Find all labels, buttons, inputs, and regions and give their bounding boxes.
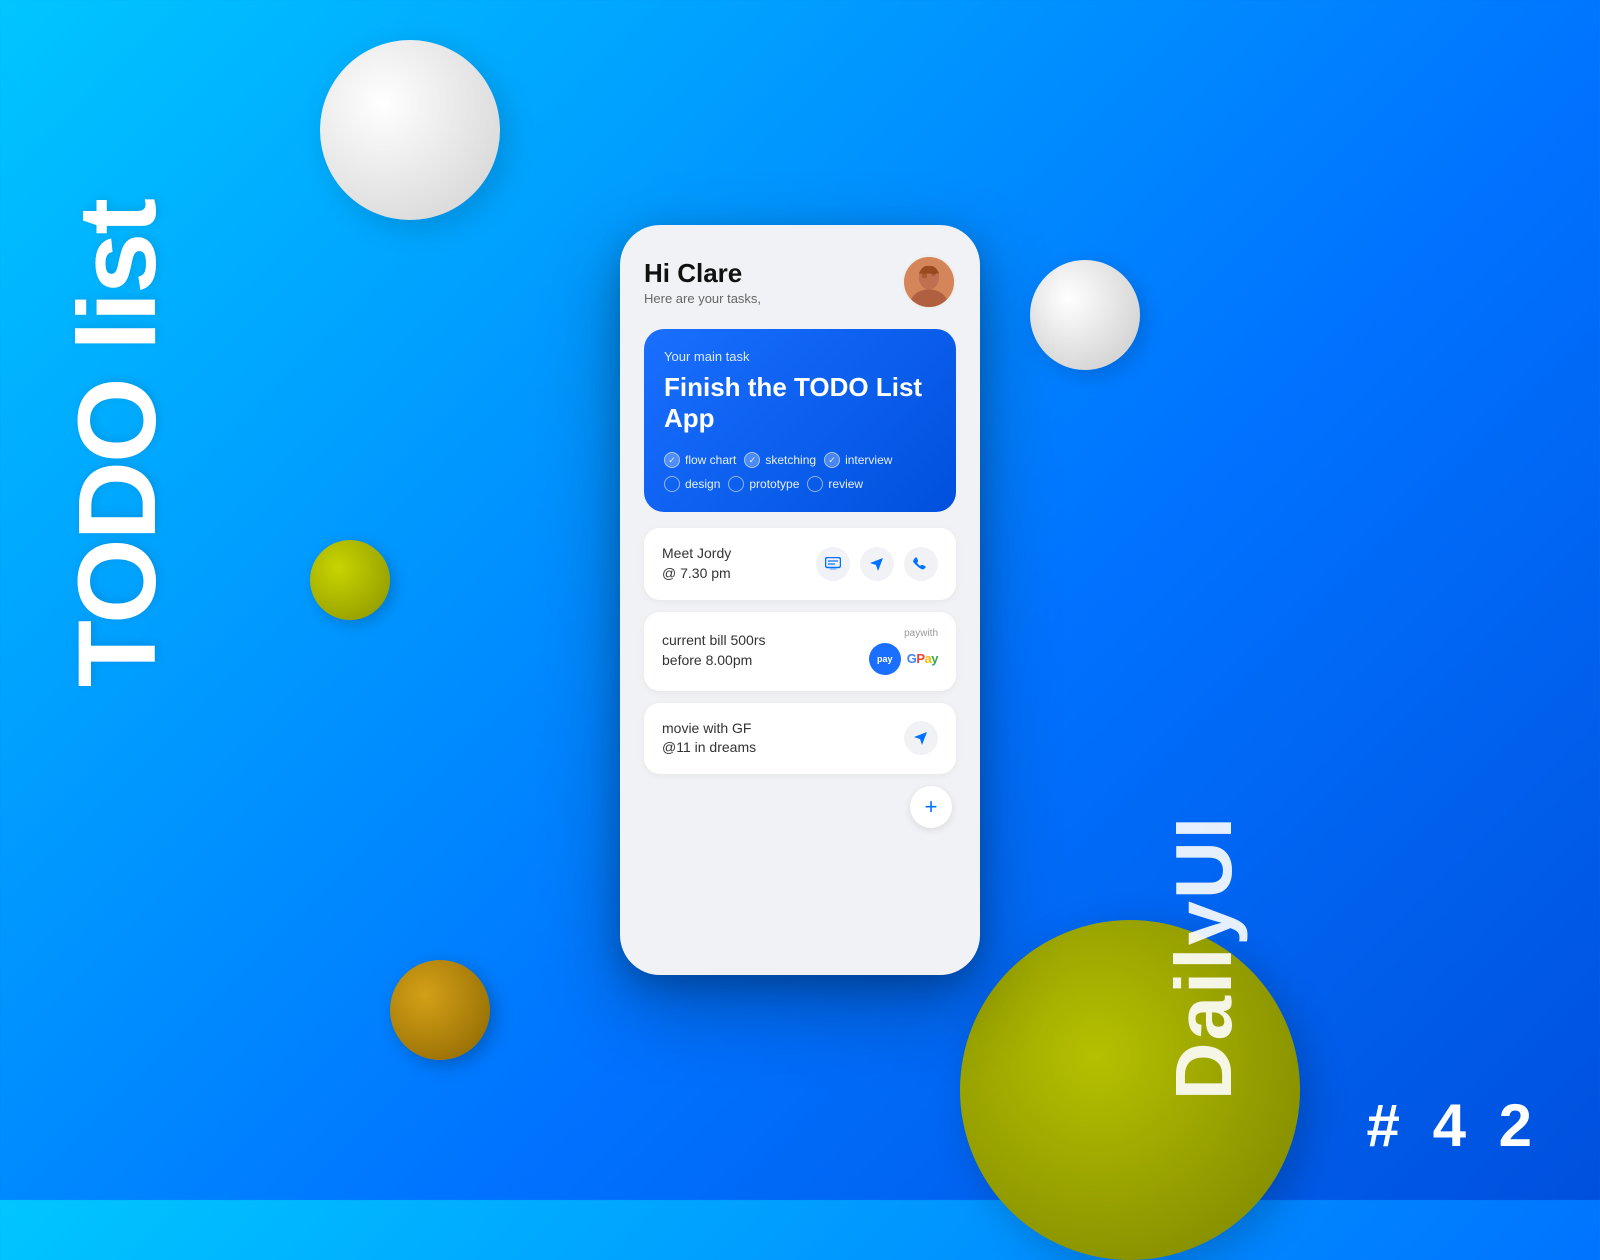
task-item-bill: current bill 500rsbefore 8.00pm paywith … (644, 612, 956, 691)
phone-header: Hi Clare Here are your tasks, (644, 255, 956, 309)
pay-icons[interactable]: pay GPay (869, 643, 938, 675)
tag-dot-sketching: ✓ (744, 452, 760, 468)
add-button-container: + (644, 786, 956, 828)
tag-design: design (664, 476, 720, 492)
tag-dot-design (664, 476, 680, 492)
tag-review: review (807, 476, 863, 492)
phone-icon[interactable] (904, 547, 938, 581)
gpay-logo: GPay (907, 651, 938, 666)
tag-dot-interview: ✓ (824, 452, 840, 468)
branding-number: # 4 2 (1367, 1091, 1540, 1160)
tag-label-interview: interview (845, 453, 892, 467)
main-task-card[interactable]: Your main task Finish the TODO List App … (644, 329, 956, 512)
greeting-text: Hi Clare (644, 258, 761, 289)
main-task-label: Your main task (664, 349, 936, 364)
tag-dot-flow-chart: ✓ (664, 452, 680, 468)
tag-label-sketching: sketching (765, 453, 816, 467)
tag-label-flow-chart: flow chart (685, 453, 736, 467)
tag-dot-prototype (728, 476, 744, 492)
message-icon[interactable] (816, 547, 850, 581)
phone-mockup: Hi Clare Here are your tasks, Your main … (620, 225, 980, 975)
task-text-movie: movie with GF@11 in dreams (662, 719, 756, 758)
task-item-movie: movie with GF@11 in dreams (644, 703, 956, 774)
decorative-circle-gold-bottom (390, 960, 490, 1060)
task-item-meet-jordy: Meet Jordy@ 7.30 pm (644, 528, 956, 599)
branding-name: DailyUI (1158, 815, 1250, 1100)
add-task-button[interactable]: + (910, 786, 952, 828)
tag-label-prototype: prototype (749, 477, 799, 491)
greeting-subtitle: Here are your tasks, (644, 291, 761, 306)
decorative-circle-yellow-small (310, 540, 390, 620)
task-actions-meet-jordy (816, 547, 938, 581)
app-title: TODO list (60, 200, 176, 687)
tag-sketching: ✓ sketching (744, 452, 816, 468)
tag-interview: ✓ interview (824, 452, 892, 468)
tags-row: ✓ flow chart ✓ sketching ✓ interview des… (664, 452, 936, 492)
decorative-circle-white-right (1030, 260, 1140, 370)
task-text-meet-jordy: Meet Jordy@ 7.30 pm (662, 544, 731, 583)
pay-with-label: paywith (904, 628, 938, 639)
tag-flow-chart: ✓ flow chart (664, 452, 736, 468)
navigate-icon-movie[interactable] (904, 721, 938, 755)
main-task-title: Finish the TODO List App (664, 372, 936, 434)
avatar-image (904, 255, 954, 309)
greeting-section: Hi Clare Here are your tasks, (644, 258, 761, 306)
decorative-circle-white-top (320, 40, 500, 220)
pay-section: paywith pay GPay (869, 628, 938, 675)
tag-prototype: prototype (728, 476, 799, 492)
tag-label-review: review (828, 477, 863, 491)
navigate-icon[interactable] (860, 547, 894, 581)
user-avatar[interactable] (902, 255, 956, 309)
gpay-circle-icon: pay (869, 643, 901, 675)
task-text-bill: current bill 500rsbefore 8.00pm (662, 631, 766, 670)
task-actions-movie (904, 721, 938, 755)
tag-dot-review (807, 476, 823, 492)
tag-label-design: design (685, 477, 720, 491)
